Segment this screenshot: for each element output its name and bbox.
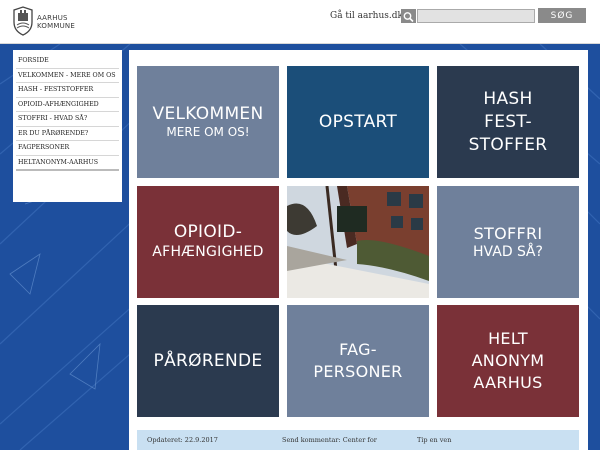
tile-helt-anonym[interactable]: HELT ANONYM AARHUS	[437, 305, 579, 417]
tile-title: STOFFRI	[473, 224, 543, 243]
sidebar-item-paaroerende[interactable]: ER DU PÅRØRENDE?	[16, 127, 119, 141]
sidebar-item-heltanonym[interactable]: HELTANONYM-AARHUS	[16, 156, 119, 171]
updated-date: Opdateret: 22.9.2017	[147, 436, 218, 444]
tile-subtitle: AFHÆNGIGHED	[152, 244, 264, 260]
goto-aarhus-link[interactable]: Gå til aarhus.dk	[330, 11, 403, 21]
tile-subtitle: MERE OM OS!	[166, 125, 250, 139]
sidebar-item-forside[interactable]: FORSIDE	[16, 54, 119, 69]
city-crest-icon	[13, 6, 33, 36]
tile-title: HASH FEST- STOFFER	[468, 88, 548, 155]
sidebar-item-opioid[interactable]: OPIOID-AFHÆNGIGHED	[16, 98, 119, 112]
tip-friend-link[interactable]: Tip en ven	[417, 436, 451, 444]
sidebar-item-hash[interactable]: HASH - FESTSTOFFER	[16, 83, 119, 98]
tile-fagpersoner[interactable]: FAG- PERSONER	[287, 305, 429, 417]
tile-opstart[interactable]: OPSTART	[287, 66, 429, 178]
tile-paaroerende[interactable]: PÅRØRENDE	[137, 305, 279, 417]
tile-hash-feststoffer[interactable]: HASH FEST- STOFFER	[437, 66, 579, 178]
tile-title: HELT ANONYM AARHUS	[471, 329, 545, 392]
building-street-photo	[287, 186, 429, 298]
tile-title: PÅRØRENDE	[153, 351, 263, 371]
sidebar-item-stoffri[interactable]: STOFFRI - HVAD SÅ?	[16, 112, 119, 127]
sidebar-item-velkommen[interactable]: VELKOMMEN - MERE OM OS	[16, 69, 119, 83]
search-button[interactable]: SØG	[538, 8, 586, 23]
tile-title: OPSTART	[318, 112, 398, 132]
photo-tile-building	[287, 186, 429, 298]
tile-stoffri[interactable]: STOFFRI HVAD SÅ?	[437, 186, 579, 298]
aarhus-kommune-logo[interactable]: AARHUS KOMMUNE	[12, 6, 82, 38]
tile-title: FAG- PERSONER	[313, 340, 403, 381]
send-comment-link[interactable]: Send kommentar: Center for	[282, 436, 377, 444]
tile-title: VELKOMMEN	[152, 104, 264, 124]
tile-subtitle: HVAD SÅ?	[473, 244, 543, 260]
sidebar-item-fagpersoner[interactable]: FAGPERSONER	[16, 141, 119, 156]
search-input[interactable]	[417, 9, 535, 23]
logo-text: AARHUS KOMMUNE	[37, 14, 75, 30]
sidebar-nav: FORSIDE VELKOMMEN - MERE OM OS HASH - FE…	[13, 50, 122, 202]
header-bar: AARHUS KOMMUNE Gå til aarhus.dk SØG	[0, 0, 600, 44]
page-footer: Opdateret: 22.9.2017 Send kommentar: Cen…	[137, 430, 579, 450]
tile-title: OPIOID-	[173, 222, 243, 242]
search-icon[interactable]	[401, 9, 416, 23]
tile-opioid[interactable]: OPIOID- AFHÆNGIGHED	[137, 186, 279, 298]
tile-velkommen[interactable]: VELKOMMEN MERE OM OS!	[137, 66, 279, 178]
